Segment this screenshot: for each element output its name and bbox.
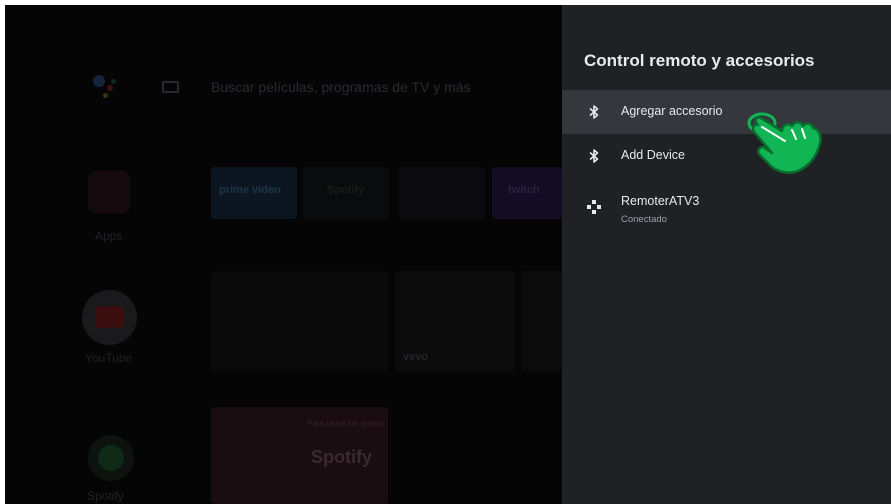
keyboard-icon[interactable] (162, 81, 179, 93)
video-card-3[interactable] (521, 271, 562, 371)
search-bar[interactable]: Buscar películas, programas de TV y más (211, 79, 471, 95)
apps-label: Apps (95, 229, 123, 243)
tv-screen: Buscar películas, programas de TV y más … (5, 5, 891, 504)
spotify-channel-card[interactable]: Spotify (303, 167, 389, 219)
settings-panel: Control remoto y accesorios Agregar acce… (562, 5, 891, 504)
add-device-item[interactable]: Add Device (562, 134, 891, 178)
panel-title: Control remoto y accesorios (584, 51, 815, 70)
remoter-device-item[interactable]: RemoterATV3 Conectado (562, 185, 891, 237)
add-accessory-item[interactable]: Agregar accesorio (562, 90, 891, 134)
add-accessory-label: Agregar accesorio (621, 104, 723, 118)
channel-card-3[interactable] (399, 167, 485, 219)
apps-icon[interactable] (88, 171, 130, 213)
video-card-vevo[interactable]: vevo (395, 271, 515, 371)
add-device-label: Add Device (621, 148, 685, 162)
youtube-icon[interactable] (82, 290, 137, 345)
google-assistant-icon[interactable] (93, 73, 121, 101)
youtube-label: YouTube (85, 351, 133, 365)
home-screen-dimmed: Buscar películas, programas de TV y más … (5, 5, 562, 504)
remoter-device-label: RemoterATV3 (621, 194, 700, 208)
twitch-card[interactable]: twitch (492, 167, 562, 219)
remoter-device-status: Conectado (621, 214, 667, 225)
prime-video-card[interactable]: prime video (211, 167, 297, 219)
bluetooth-icon (589, 105, 599, 119)
gamepad-icon (587, 200, 601, 214)
spotify-icon[interactable] (88, 435, 134, 481)
spotify-promo-card[interactable]: Para todos los gustos Spotify (211, 407, 388, 504)
pointing-hand-icon (747, 112, 822, 174)
bluetooth-icon (589, 149, 599, 163)
video-card-1[interactable] (211, 271, 388, 371)
spotify-label: Spotify (87, 489, 124, 503)
